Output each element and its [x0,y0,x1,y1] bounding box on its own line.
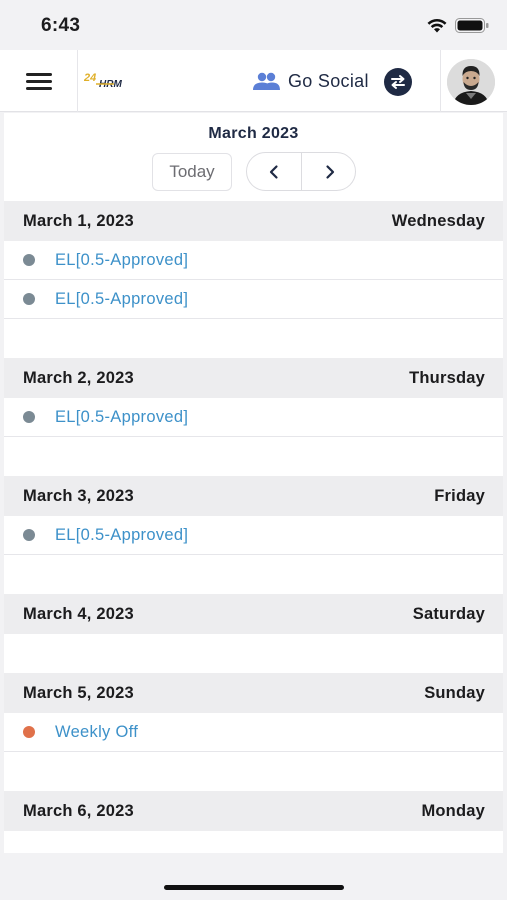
event-label[interactable]: EL[0.5-Approved] [55,251,188,270]
day-date: March 3, 2023 [23,486,134,505]
day-date: March 5, 2023 [23,683,134,702]
event-label[interactable]: Weekly Off [55,723,138,742]
empty-row [4,555,503,594]
event-row[interactable]: EL[0.5-Approved] [4,241,503,280]
empty-row [4,319,503,358]
svg-text:24: 24 [84,72,96,84]
day-date: March 4, 2023 [23,604,134,623]
day-date: March 6, 2023 [23,801,134,820]
swap-arrows-icon [391,75,405,89]
day-header: March 3, 2023 Friday [4,476,503,516]
day-date: March 1, 2023 [23,211,134,230]
day-weekday: Saturday [412,604,485,623]
day-header: March 1, 2023 Wednesday [4,201,503,241]
event-row[interactable]: EL[0.5-Approved] [4,280,503,319]
empty-row [4,752,503,791]
status-dot-icon [23,293,35,305]
switch-button[interactable] [384,68,412,96]
empty-row [4,634,503,673]
day-list: March 1, 2023 Wednesday EL[0.5-Approved]… [4,201,503,853]
day-date: March 2, 2023 [23,368,134,387]
month-title: March 2023 [208,125,299,142]
previous-month-button[interactable] [247,153,302,190]
status-dot-icon [23,529,35,541]
event-row[interactable]: EL[0.5-Approved] [4,398,503,437]
event-row[interactable]: Weekly Off [4,713,503,752]
status-dot-icon [23,254,35,266]
wifi-icon [427,18,447,33]
empty-row [4,437,503,476]
user-photo-icon [447,59,495,105]
event-label[interactable]: EL[0.5-Approved] [55,408,188,427]
profile-button[interactable] [440,50,507,112]
avatar [447,59,495,105]
month-nav [246,152,356,191]
event-row[interactable]: EL[0.5-Approved] [4,516,503,555]
app-logo: 24 HRM [84,72,122,90]
status-time: 6:43 [41,15,81,36]
day-header: March 5, 2023 Sunday [4,673,503,713]
battery-icon [455,18,489,33]
day-weekday: Friday [434,486,485,505]
event-label[interactable]: EL[0.5-Approved] [55,290,188,309]
chevron-left-icon [269,164,278,179]
chevron-right-icon [325,164,334,179]
day-weekday: Wednesday [391,211,485,230]
day-weekday: Sunday [424,683,485,702]
status-dot-icon [23,726,35,738]
status-bar: 6:43 [0,0,507,50]
go-social-label: Go Social [288,70,369,91]
home-indicator[interactable] [164,885,344,890]
day-weekday: Monday [421,801,485,820]
day-header: March 4, 2023 Saturday [4,594,503,634]
calendar-header: March 2023 Today [4,113,503,201]
menu-button[interactable] [0,50,78,112]
group-icon [253,72,280,90]
next-month-button[interactable] [302,153,355,190]
event-label[interactable]: EL[0.5-Approved] [55,526,188,545]
app-header: 24 HRM Go Social [0,50,507,112]
today-button[interactable]: Today [152,153,232,191]
hamburger-icon [26,73,52,76]
empty-row [4,831,503,853]
status-dot-icon [23,411,35,423]
day-header: March 2, 2023 Thursday [4,358,503,398]
go-social-button[interactable]: Go Social [250,68,369,94]
day-weekday: Thursday [409,368,485,387]
day-header: March 6, 2023 Monday [4,791,503,831]
